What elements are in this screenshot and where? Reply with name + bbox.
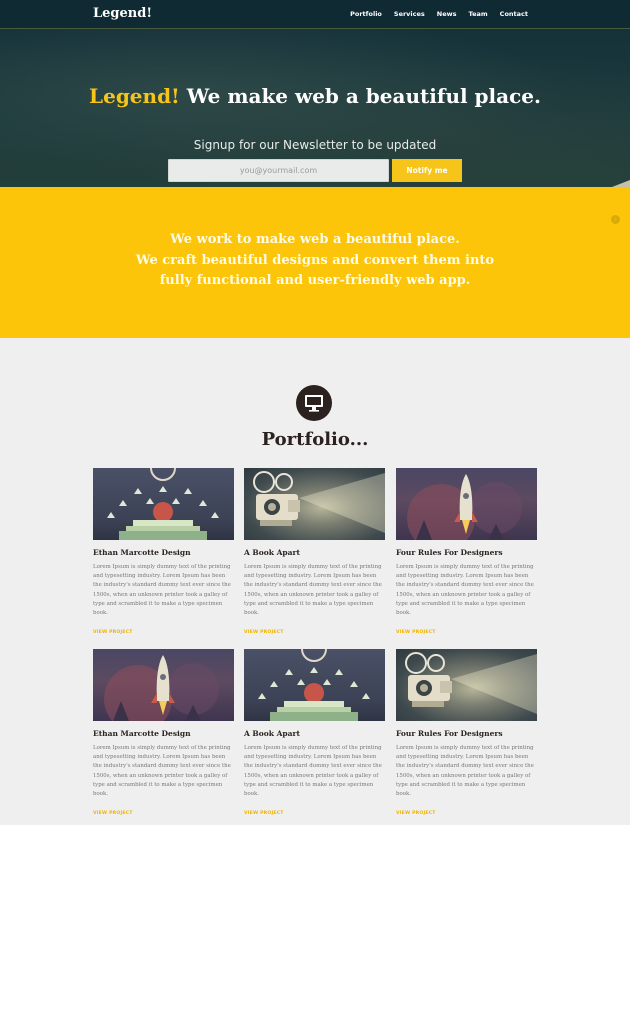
stage-illustration <box>258 649 370 721</box>
nav-item-services[interactable]: Services <box>394 10 425 18</box>
project-title: Ethan Marcotte Design <box>93 548 191 557</box>
nav-item-team[interactable]: Team <box>469 10 488 18</box>
project-thumbnail[interactable] <box>244 468 385 540</box>
portfolio-heading: Portfolio... <box>261 429 369 450</box>
portfolio-section: Portfolio... Ethan Marcotte Design Lorem… <box>0 338 630 825</box>
project-title: A Book Apart <box>244 548 300 557</box>
portfolio-card: Four Rules For Designers Lorem Ipsum is … <box>396 649 537 818</box>
brand-logo[interactable]: Legend! <box>93 6 152 21</box>
project-title: Ethan Marcotte Design <box>93 729 191 738</box>
mission-text: We work to make web a beautiful place. W… <box>0 230 630 292</box>
view-project-link[interactable]: VIEW PROJECT <box>244 630 284 635</box>
nav-menu: Portfolio Services News Team Contact <box>350 10 528 18</box>
monitor-icon <box>296 385 332 421</box>
project-title: Four Rules For Designers <box>396 729 503 738</box>
newsletter-signup-text: Signup for our Newsletter to be updated <box>193 138 437 152</box>
project-description: Lorem Ipsum is simply dummy text of the … <box>396 564 534 617</box>
project-description: Lorem Ipsum is simply dummy text of the … <box>93 564 231 617</box>
portfolio-card: Ethan Marcotte Design Lorem Ipsum is sim… <box>93 649 234 818</box>
stage-illustration <box>107 468 219 540</box>
project-title: A Book Apart <box>244 729 300 738</box>
rocket-illustration <box>407 474 522 540</box>
hero-title-accent: Legend! <box>89 84 180 108</box>
email-input[interactable] <box>168 159 389 182</box>
view-project-link[interactable]: VIEW PROJECT <box>93 630 133 635</box>
chevron-right-icon[interactable]: › <box>611 215 620 224</box>
projector-illustration <box>253 471 385 533</box>
hero-title: Legend! We make web a beautiful place. <box>0 84 630 108</box>
hero-title-rest: We make web a beautiful place. <box>179 84 541 108</box>
view-project-link[interactable]: VIEW PROJECT <box>396 811 436 816</box>
mission-band: We work to make web a beautiful place. W… <box>0 187 630 338</box>
nav-item-portfolio[interactable]: Portfolio <box>350 10 382 18</box>
view-project-link[interactable]: VIEW PROJECT <box>396 630 436 635</box>
portfolio-card: Ethan Marcotte Design Lorem Ipsum is sim… <box>93 468 234 637</box>
project-thumbnail[interactable] <box>93 468 234 540</box>
portfolio-card: Four Rules For Designers Lorem Ipsum is … <box>396 468 537 637</box>
nav-item-news[interactable]: News <box>437 10 457 18</box>
project-description: Lorem Ipsum is simply dummy text of the … <box>244 564 382 617</box>
project-description: Lorem Ipsum is simply dummy text of the … <box>244 745 382 798</box>
portfolio-card: A Book Apart Lorem Ipsum is simply dummy… <box>244 649 385 818</box>
project-thumbnail[interactable] <box>396 649 537 721</box>
portfolio-card: A Book Apart Lorem Ipsum is simply dummy… <box>244 468 385 637</box>
nav-item-contact[interactable]: Contact <box>500 10 528 18</box>
project-title: Four Rules For Designers <box>396 548 503 557</box>
project-thumbnail[interactable] <box>93 649 234 721</box>
hero-corner-decoration <box>612 180 630 187</box>
project-description: Lorem Ipsum is simply dummy text of the … <box>396 745 534 798</box>
view-project-link[interactable]: VIEW PROJECT <box>244 811 284 816</box>
project-thumbnail[interactable] <box>244 649 385 721</box>
project-description: Lorem Ipsum is simply dummy text of the … <box>93 745 231 798</box>
top-navbar: Legend! Portfolio Services News Team Con… <box>0 0 630 29</box>
mission-line-2: We craft beautiful designs and convert t… <box>135 252 495 268</box>
notify-me-button[interactable]: Notify me <box>392 159 462 182</box>
mission-line-1: We work to make web a beautiful place. <box>170 232 460 247</box>
project-thumbnail[interactable] <box>396 468 537 540</box>
hero-section: Legend! We make web a beautiful place. S… <box>0 29 630 187</box>
view-project-link[interactable]: VIEW PROJECT <box>93 811 133 816</box>
rocket-illustration <box>104 655 219 721</box>
mission-line-3: fully functional and user-friendly web a… <box>159 273 471 288</box>
projector-illustration <box>405 652 537 714</box>
